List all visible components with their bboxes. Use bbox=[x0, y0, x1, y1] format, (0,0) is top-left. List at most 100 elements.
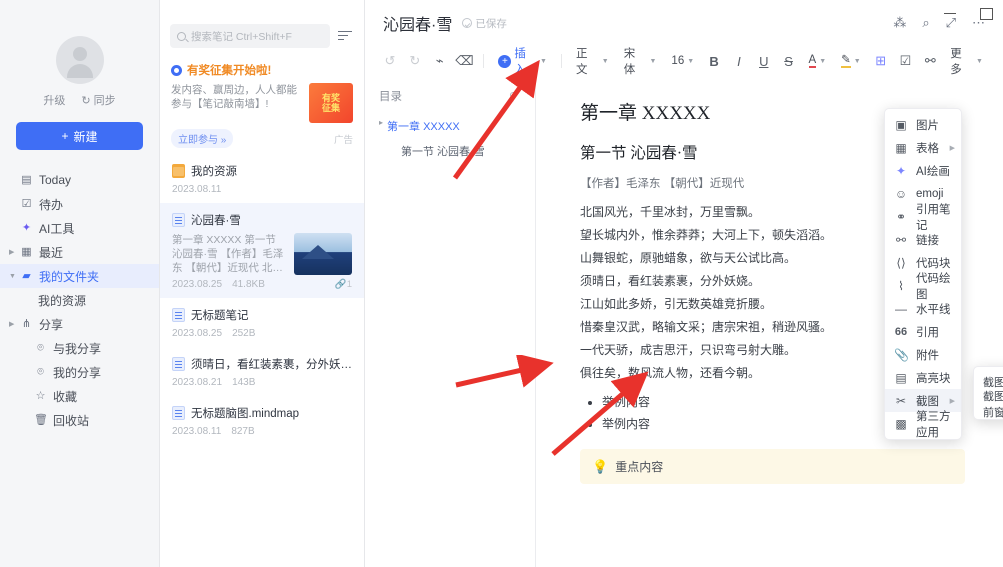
submenu-item-screenshot-hide-window[interactable]: 截图并隐藏当前窗口 bbox=[974, 391, 1003, 419]
list-item[interactable]: 我的资源 2023.08.11 bbox=[160, 154, 364, 203]
star-icon: ☆ bbox=[35, 389, 46, 402]
chevron-right-icon[interactable]: ▶ bbox=[9, 320, 14, 328]
insert-menu: ▣ 图片 ▦ 表格 ▶ ✦ AI绘画 ☺ emoji ⚭ 引用笔记 ⚯ 链接 ⟨… bbox=[884, 108, 962, 440]
redo-button[interactable]: ↻ bbox=[404, 50, 426, 72]
menu-item-label: AI绘画 bbox=[916, 165, 950, 178]
toc-item[interactable]: ▸ 第一章 XXXXX bbox=[379, 118, 521, 134]
strikethrough-button[interactable]: S bbox=[778, 50, 800, 72]
sidebar-item-label: 收藏 bbox=[53, 389, 78, 404]
bold-button[interactable]: B bbox=[703, 50, 725, 72]
list-item[interactable]: 沁园春·雪 第一章 XXXXX 第一节 沁园春·雪 【作者】毛泽东 【朝代】近现… bbox=[160, 203, 364, 298]
quote-icon: 66 bbox=[894, 325, 908, 338]
list-item[interactable]: 无标题脑图.mindmap 2023.08.11 827B bbox=[160, 396, 364, 445]
search-input[interactable]: 搜索笔记 Ctrl+Shift+F bbox=[170, 24, 330, 48]
link-icon: ⚯ bbox=[895, 232, 907, 247]
editor-header: 沁园春·雪 已保存 ⁂ ⌕ ⤢ ⋯ bbox=[365, 0, 1003, 46]
upgrade-link[interactable]: 升级 bbox=[43, 92, 65, 108]
screenshot-icon: ✂ bbox=[895, 393, 907, 408]
toc-item-label: 第一章 XXXXX bbox=[387, 121, 460, 133]
toc-item[interactable]: 第一节 沁园春·雪 bbox=[401, 143, 521, 159]
table-icon[interactable]: ⊞ bbox=[870, 50, 892, 72]
menu-item-horizontal-rule[interactable]: — 水平线 bbox=[885, 297, 961, 320]
sidebar-item-today[interactable]: ▤ Today bbox=[0, 168, 159, 192]
list-item[interactable]: 须晴日，看红装素裹，分外妖娆。 2023.08.21 143B bbox=[160, 347, 364, 396]
sidebar-item-favorites[interactable]: ☆ 收藏 bbox=[0, 384, 159, 408]
sidebar-item-my-folder[interactable]: ▼ ▰ 我的文件夹 bbox=[0, 264, 159, 288]
clear-format-icon[interactable]: ⌫ bbox=[454, 50, 476, 72]
list-item[interactable]: 无标题笔记 2023.08.25 252B bbox=[160, 298, 364, 347]
attachment-icon: 📎 bbox=[894, 347, 909, 362]
insert-button[interactable]: + 插入 ▼ bbox=[492, 48, 553, 76]
maximize-button[interactable] bbox=[979, 6, 993, 20]
sidebar-item-shared-with-me[interactable]: ⌾ 与我分享 bbox=[0, 336, 159, 360]
share-icon[interactable]: ⁂ bbox=[893, 15, 906, 31]
sidebar-item-my-shares[interactable]: ⌾ 我的分享 bbox=[0, 360, 159, 384]
link-icon[interactable]: ⚯ bbox=[919, 50, 941, 72]
list-item-size: 143B bbox=[232, 377, 256, 388]
promo-card[interactable]: 有奖征集开始啦! 发内容、赢周边，人人都能参与【笔记敲南墙】! 有奖 征集 立即参… bbox=[169, 58, 355, 154]
sort-icon[interactable] bbox=[338, 29, 354, 43]
sidebar-item-my-resources[interactable]: 我的资源 bbox=[0, 288, 159, 312]
page-title[interactable]: 沁园春·雪 bbox=[383, 11, 452, 35]
menu-item-table[interactable]: ▦ 表格 ▶ bbox=[885, 136, 961, 159]
avatar[interactable] bbox=[55, 36, 104, 84]
todo-icon[interactable]: ☑ bbox=[895, 50, 917, 72]
emoji-icon: ☺ bbox=[894, 186, 908, 201]
list-item-meta: 2023.08.11 bbox=[172, 184, 352, 195]
menu-item-attachment[interactable]: 📎 附件 bbox=[885, 343, 961, 366]
sidebar-item-todo[interactable]: ☑ 待办 bbox=[0, 192, 159, 216]
toc-title: 目录 bbox=[379, 91, 402, 103]
menu-item-label: emoji bbox=[916, 187, 944, 200]
chevron-right-icon[interactable]: ▶ bbox=[9, 248, 14, 256]
chevron-down-icon[interactable]: ▼ bbox=[9, 273, 16, 280]
menu-item-image[interactable]: ▣ 图片 bbox=[885, 113, 961, 136]
quote-note-icon: ⚭ bbox=[895, 209, 907, 224]
menu-item-quote[interactable]: 66 引用 bbox=[885, 320, 961, 343]
italic-button[interactable]: I bbox=[728, 50, 750, 72]
chevron-down-icon: ▼ bbox=[853, 57, 861, 65]
more-tools-button[interactable]: 更多 ▼ bbox=[944, 48, 989, 76]
sidebar-item-share[interactable]: ▶ ⋔ 分享 bbox=[0, 312, 159, 336]
promo-join-button[interactable]: 立即参与 » bbox=[171, 129, 234, 148]
pin-icon[interactable]: ⚲ bbox=[509, 90, 521, 103]
callout-block[interactable]: 💡 重点内容 bbox=[580, 449, 965, 484]
menu-item-quote-note[interactable]: ⚭ 引用笔记 bbox=[885, 204, 961, 232]
menu-item-highlight-block[interactable]: ▤ 高亮块 bbox=[885, 366, 961, 389]
doc-icon bbox=[172, 406, 185, 420]
underline-button[interactable]: U bbox=[753, 50, 775, 72]
insert-label: 插入 bbox=[514, 48, 526, 76]
format-painter-icon[interactable]: ⌁ bbox=[429, 50, 451, 72]
list-item-head: 我的资源 bbox=[172, 163, 352, 179]
sidebar-item-label: 我的分享 bbox=[53, 365, 102, 380]
sidebar-item-ai-tools[interactable]: ✦ AI工具 bbox=[0, 216, 159, 240]
font-family-select[interactable]: 宋体 ▼ bbox=[618, 48, 663, 76]
highlight-color-button[interactable]: ✎ ▼ bbox=[835, 50, 867, 72]
table-of-contents: 目录 ⚲ ▸ 第一章 XXXXX 第一节 沁园春·雪 bbox=[365, 76, 535, 567]
minimize-button[interactable] bbox=[943, 6, 957, 20]
new-note-button[interactable]: + 新建 bbox=[16, 122, 143, 150]
promo-thumbnail: 有奖 征集 bbox=[309, 83, 353, 123]
text-color-button[interactable]: A ▼ bbox=[803, 50, 833, 72]
paragraph-style-select[interactable]: 正文 ▼ bbox=[570, 48, 615, 76]
sync-button[interactable]: 同步 bbox=[81, 92, 116, 108]
menu-item-third-party-apps[interactable]: ▩ 第三方应用 bbox=[885, 411, 961, 439]
search-icon[interactable]: ⌕ bbox=[922, 15, 929, 31]
list-item-title: 沁园春·雪 bbox=[191, 215, 241, 227]
chevron-down-icon: ▼ bbox=[976, 57, 983, 65]
check-icon bbox=[462, 18, 473, 28]
toolbar-divider bbox=[483, 54, 485, 68]
font-size-label: 16 bbox=[671, 55, 685, 67]
menu-item-ai-paint[interactable]: ✦ AI绘画 bbox=[885, 159, 961, 182]
list-item-title: 无标题笔记 bbox=[191, 310, 249, 322]
promo-footer: 立即参与 » 广告 bbox=[171, 129, 353, 148]
undo-button[interactable]: ↺ bbox=[379, 50, 401, 72]
toc-item-label: 第一节 沁园春·雪 bbox=[401, 146, 485, 158]
menu-item-code-draw[interactable]: ⌇ 代码绘图 bbox=[885, 273, 961, 301]
promo-title: 有奖征集开始啦! bbox=[187, 65, 272, 77]
menu-item-link[interactable]: ⚯ 链接 bbox=[885, 228, 961, 251]
sidebar-item-recent[interactable]: ▶ ▦ 最近 bbox=[0, 240, 159, 264]
font-family-label: 宋体 bbox=[623, 48, 636, 76]
chevron-down-icon: ▼ bbox=[819, 57, 827, 65]
font-size-select[interactable]: 16 ▼ bbox=[665, 50, 700, 72]
sidebar-item-trash[interactable]: 🗑 回收站 bbox=[0, 408, 159, 432]
